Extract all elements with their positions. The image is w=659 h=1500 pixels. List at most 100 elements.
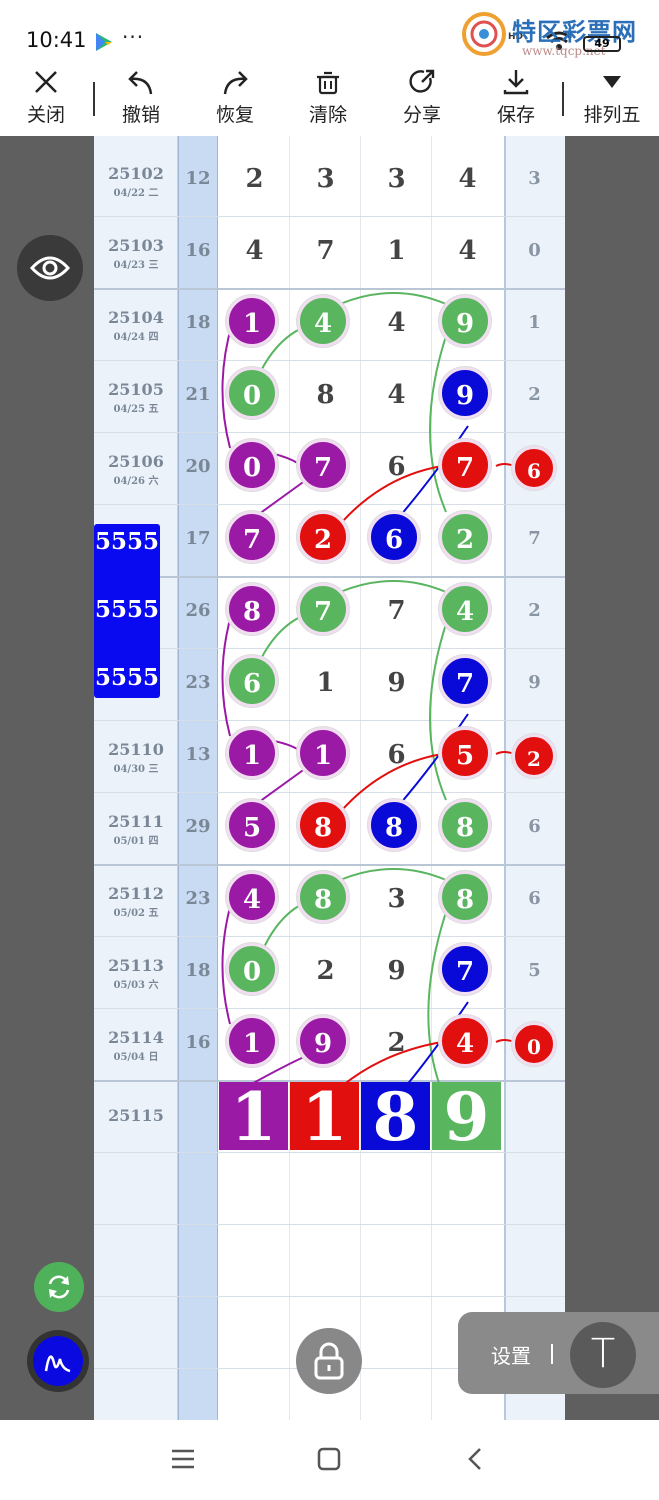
period-date: 04/23 三 bbox=[113, 260, 159, 271]
save-button[interactable]: 保存 bbox=[476, 62, 556, 136]
digit-ball[interactable]: 5 bbox=[439, 727, 491, 779]
digit-ball[interactable]: 7 bbox=[439, 943, 491, 995]
digit-cell[interactable]: 3 bbox=[290, 164, 361, 194]
close-icon bbox=[35, 71, 57, 93]
refresh-button[interactable] bbox=[34, 1262, 84, 1312]
digit-ball[interactable]: 1 bbox=[226, 295, 278, 347]
digit-cell[interactable]: 4 bbox=[219, 236, 290, 266]
digit-ball[interactable]: 6 bbox=[226, 655, 278, 707]
digit-ball[interactable]: 2 bbox=[297, 511, 349, 563]
digit-ball[interactable]: 8 bbox=[439, 799, 491, 851]
digit-ball[interactable]: 4 bbox=[226, 871, 278, 923]
digit-cell[interactable]: 6 bbox=[361, 452, 432, 482]
digit-cell[interactable]: 2 bbox=[219, 164, 290, 194]
digit-ball[interactable]: 0 bbox=[226, 943, 278, 995]
digit-cell[interactable]: 4 bbox=[432, 236, 503, 266]
digit-cell[interactable]: 1 bbox=[361, 236, 432, 266]
digit-ball[interactable]: 4 bbox=[439, 1015, 491, 1067]
digit-ball[interactable]: 7 bbox=[297, 439, 349, 491]
period-cell: 25103 04/23 三 bbox=[94, 236, 178, 271]
digit-cell[interactable]: 9 bbox=[361, 956, 432, 986]
digit-cell[interactable]: 9 bbox=[361, 668, 432, 698]
clear-label: 清除 bbox=[308, 104, 347, 126]
period-number: 25115 bbox=[108, 1106, 164, 1125]
digit-ball[interactable]: 2 bbox=[439, 511, 491, 563]
close-button[interactable]: 关闭 bbox=[6, 62, 86, 136]
period-cell: 25115 bbox=[94, 1106, 178, 1126]
pen-tool-button[interactable] bbox=[27, 1330, 89, 1392]
digit-cell[interactable]: 4 bbox=[361, 308, 432, 338]
digit-ball[interactable]: 6 bbox=[368, 511, 420, 563]
sum-value: 17 bbox=[185, 528, 211, 549]
digit-cell[interactable]: 2 bbox=[290, 956, 361, 986]
digit-cell[interactable]: 7 bbox=[290, 236, 361, 266]
back-icon[interactable] bbox=[462, 1446, 488, 1472]
undo-button[interactable]: 撤销 bbox=[101, 62, 181, 136]
span-value: 6 bbox=[528, 888, 541, 909]
digit-cell[interactable]: 1 bbox=[290, 668, 361, 698]
digit-ball[interactable]: 5 bbox=[226, 799, 278, 851]
digit-ball[interactable]: 7 bbox=[226, 511, 278, 563]
span-value: 2 bbox=[528, 384, 541, 405]
home-icon[interactable] bbox=[316, 1446, 342, 1472]
signature-pen-icon bbox=[44, 1355, 71, 1373]
overlay-text-1: 5555 bbox=[94, 528, 159, 555]
digit-cell[interactable]: 6 bbox=[361, 740, 432, 770]
row-divider bbox=[94, 648, 565, 649]
mode-dropdown[interactable]: 排列五 bbox=[572, 62, 652, 136]
digit-ball[interactable]: 1 bbox=[226, 1015, 278, 1067]
digit-ball[interactable]: 9 bbox=[439, 367, 491, 419]
highlight-overlay[interactable]: 5555 5555 5555 bbox=[94, 524, 160, 698]
digit-cell[interactable]: 8 bbox=[290, 380, 361, 410]
digit-ball[interactable]: 8 bbox=[297, 871, 349, 923]
row-divider bbox=[94, 360, 565, 361]
row-divider bbox=[94, 288, 565, 290]
share-button[interactable]: 分享 bbox=[382, 62, 462, 136]
redo-icon bbox=[223, 71, 248, 95]
digit-ball[interactable]: 4 bbox=[439, 583, 491, 635]
digit-cell[interactable]: 4 bbox=[361, 380, 432, 410]
row-divider bbox=[94, 720, 565, 721]
redo-button[interactable]: 恢复 bbox=[195, 62, 275, 136]
overlay-text-2: 5555 bbox=[94, 596, 159, 623]
digit-cell[interactable]: 3 bbox=[361, 884, 432, 914]
digit-ball[interactable]: 7 bbox=[297, 583, 349, 635]
digit-ball[interactable]: 4 bbox=[297, 295, 349, 347]
sum-value: 20 bbox=[185, 456, 211, 477]
digit-ball[interactable]: 9 bbox=[297, 1015, 349, 1067]
digit-cell[interactable]: 3 bbox=[361, 164, 432, 194]
digit-cell[interactable]: 7 bbox=[361, 596, 432, 626]
digit-ball[interactable]: 9 bbox=[439, 295, 491, 347]
span-ball: 6 bbox=[512, 446, 556, 490]
digit-ball[interactable]: 8 bbox=[368, 799, 420, 851]
digit-cell[interactable]: 4 bbox=[432, 164, 503, 194]
right-margin bbox=[565, 136, 659, 1420]
menu-icon[interactable] bbox=[170, 1446, 196, 1472]
row-divider bbox=[94, 1008, 565, 1009]
lock-button[interactable] bbox=[296, 1328, 362, 1394]
period-number: 25110 bbox=[108, 740, 164, 759]
settings-button[interactable]: 设置 bbox=[491, 1340, 531, 1369]
digit-ball[interactable]: 1 bbox=[297, 727, 349, 779]
trash-icon bbox=[317, 71, 339, 95]
digit-ball[interactable]: 8 bbox=[439, 871, 491, 923]
digit-cell[interactable]: 2 bbox=[361, 1028, 432, 1058]
digit-ball[interactable]: 7 bbox=[439, 439, 491, 491]
text-tool-button[interactable]: T bbox=[570, 1322, 636, 1388]
digit-ball[interactable]: 0 bbox=[226, 367, 278, 419]
chart-board[interactable]: 25102 04/22 二 12 3 2 3 3 4 25103 04/23 三 16 0 4 7 1 4 25… bbox=[94, 136, 565, 1420]
prediction-digit-3: 8 bbox=[361, 1082, 430, 1152]
settings-divider bbox=[551, 1344, 553, 1364]
digit-ball[interactable]: 1 bbox=[226, 727, 278, 779]
sum-value: 16 bbox=[185, 240, 211, 261]
digit-ball[interactable]: 7 bbox=[439, 655, 491, 707]
status-bar: 10:41 ··· HD 特区彩票网 www.tqcp.net 49 bbox=[0, 0, 659, 62]
period-date: 05/02 五 bbox=[113, 908, 159, 919]
digit-ball[interactable]: 0 bbox=[226, 439, 278, 491]
digit-ball[interactable]: 8 bbox=[297, 799, 349, 851]
visibility-toggle-button[interactable] bbox=[17, 235, 83, 301]
status-more: ··· bbox=[122, 25, 145, 49]
digit-ball[interactable]: 8 bbox=[226, 583, 278, 635]
period-number: 25103 bbox=[108, 236, 164, 255]
clear-button[interactable]: 清除 bbox=[288, 62, 368, 136]
